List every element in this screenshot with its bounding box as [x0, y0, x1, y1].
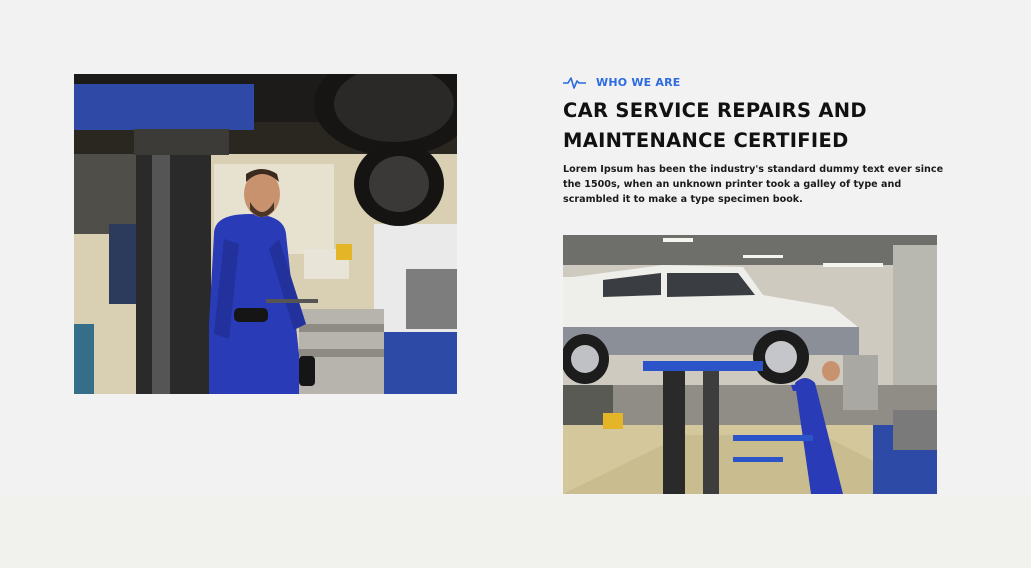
eyebrow-label: WHO WE ARE [596, 75, 681, 89]
description-line: the 1500s, when an unknown printer took … [563, 179, 902, 190]
description-line: Lorem Ipsum has been the industry's stan… [563, 164, 944, 175]
suv-on-lift-photo [563, 235, 937, 494]
section-heading: CAR SERVICE REPAIRS AND MAINTENANCE CERT… [563, 96, 943, 156]
heartbeat-pulse-icon [563, 76, 586, 89]
heading-line: MAINTENANCE CERTIFIED [563, 129, 849, 152]
heading-line: CAR SERVICE REPAIRS AND [563, 99, 867, 122]
section-description: Lorem Ipsum has been the industry's stan… [563, 162, 943, 207]
section-footer-band [0, 495, 1031, 568]
section-eyebrow: WHO WE ARE [563, 74, 681, 90]
mechanic-under-car-photo [74, 74, 457, 394]
description-line: scrambled it to make a type specimen boo… [563, 194, 803, 205]
